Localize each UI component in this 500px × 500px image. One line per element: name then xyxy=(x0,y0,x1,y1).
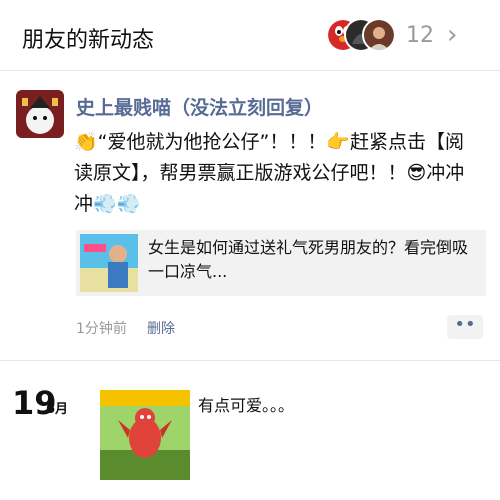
post-text: 👏“爱他就为他抢公仔”！！！👉赶紧点击【阅读原文】，帮男票赢正版游戏公仔吧！！😎… xyxy=(74,131,465,215)
article-title: 女生是如何通过送礼气死男朋友的？看完倒吸一口凉气... xyxy=(148,238,469,281)
author-avatar[interactable] xyxy=(16,90,64,138)
section-divider xyxy=(0,360,500,361)
entry-month: 6月 xyxy=(46,402,69,417)
friends-updates-bar[interactable]: 朋友的新动态 12 › xyxy=(0,0,500,71)
delete-link[interactable]: 删除 xyxy=(147,318,175,338)
moment-post: 史上最贱喵（没法立刻回复） 👏“爱他就为他抢公仔”！！！👉赶紧点击【阅读原文】，… xyxy=(0,72,500,358)
comment-more-button[interactable]: •• xyxy=(447,315,483,339)
album-entry[interactable]: 19 6月 有点可爱。。。 xyxy=(0,370,500,500)
friend-avatars xyxy=(326,18,396,52)
chevron-right-icon[interactable]: › xyxy=(447,20,457,50)
author-name[interactable]: 史上最贱喵（没法立刻回复） xyxy=(76,93,323,120)
shared-article-card[interactable]: 女生是如何通过送礼气死男朋友的？看完倒吸一口凉气... xyxy=(76,230,486,296)
album-caption: 有点可爱。。。 xyxy=(198,396,295,415)
friend-avatar-person xyxy=(362,18,396,52)
friends-updates-title: 朋友的新动态 xyxy=(22,28,155,53)
article-thumbnail xyxy=(80,234,138,292)
post-timestamp: 1分钟前 xyxy=(76,321,127,337)
unread-count: 12 xyxy=(406,23,434,48)
album-thumbnail[interactable] xyxy=(100,390,190,480)
